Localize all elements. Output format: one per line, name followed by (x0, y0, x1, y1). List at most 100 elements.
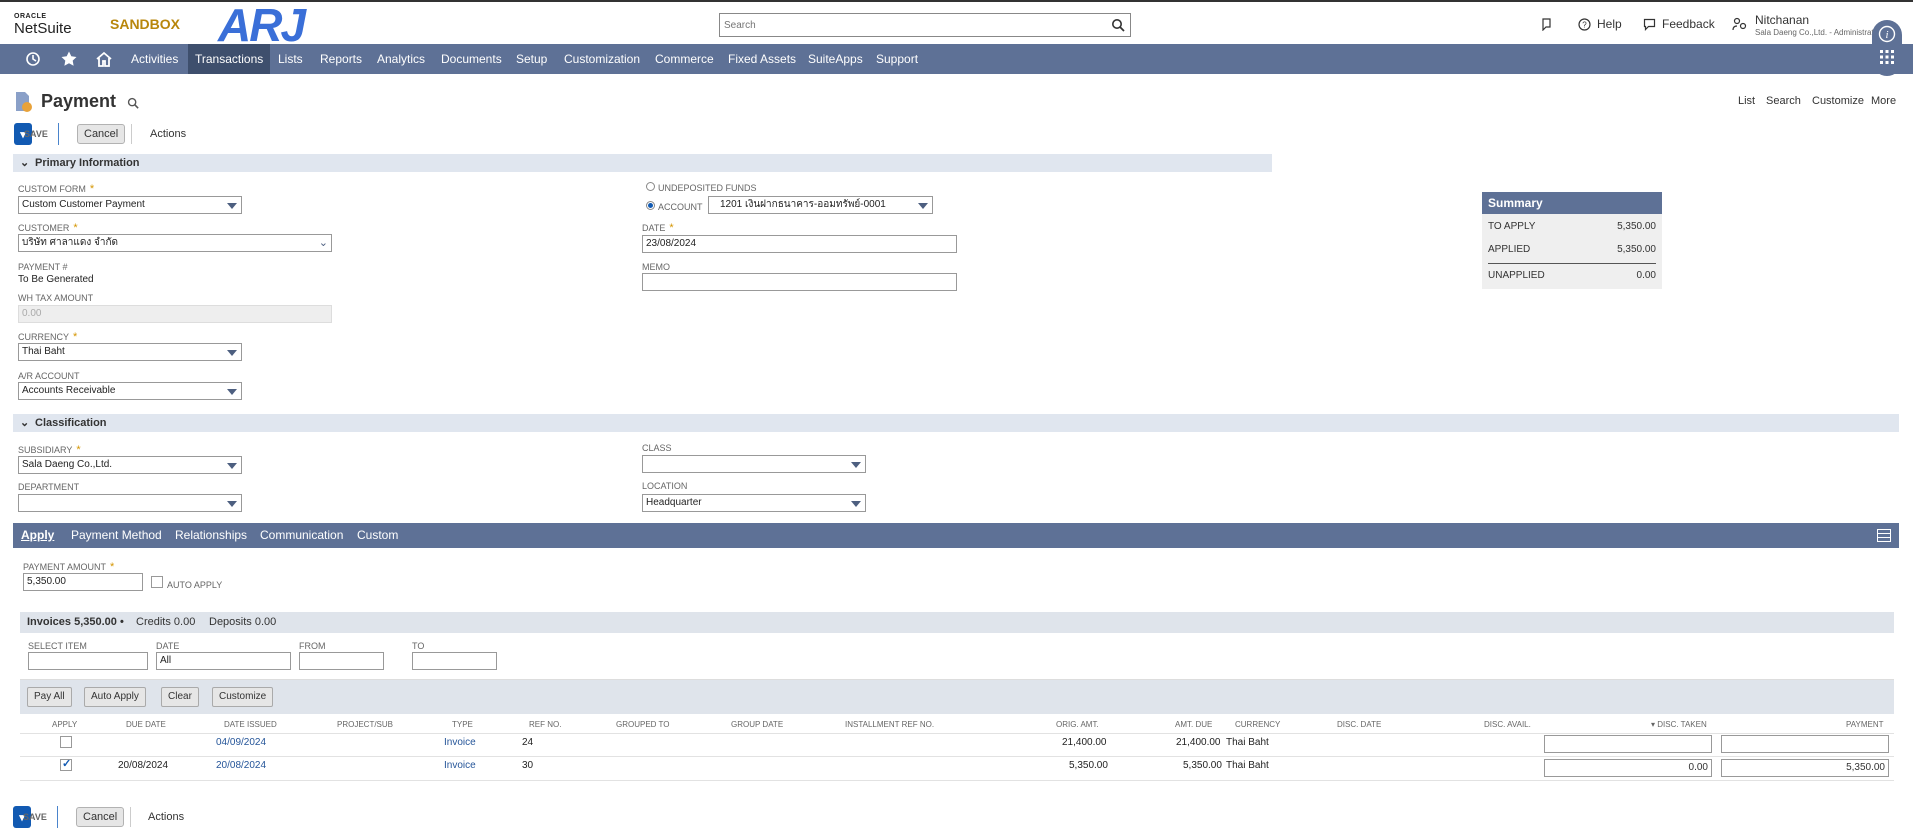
col-disc-date[interactable]: DISC. DATE (1337, 720, 1381, 729)
payment-amount-field[interactable]: 5,350.00 (23, 573, 143, 591)
nav-transactions[interactable]: Transactions (188, 44, 271, 74)
nav-activities[interactable]: Activities (124, 44, 185, 74)
section-classification[interactable]: ⌄ Classification (13, 414, 1899, 432)
class-select[interactable] (642, 455, 866, 473)
help-button[interactable]: ? Help (1578, 17, 1622, 31)
col-apply[interactable]: APPLY (52, 720, 77, 729)
customize-link[interactable]: Customize (1812, 95, 1864, 107)
col-grouped-to[interactable]: GROUPED TO (616, 720, 670, 729)
favorites-star-icon[interactable] (60, 50, 78, 68)
nav-setup[interactable]: Setup (509, 44, 554, 74)
save-button-bottom[interactable]: Save ▾ (13, 806, 58, 828)
user-name[interactable]: Nitchanan (1755, 13, 1809, 27)
row-payment-input[interactable]: 5,350.00 (1721, 759, 1889, 777)
search-link[interactable]: Search (1766, 95, 1801, 107)
nav-commerce[interactable]: Commerce (648, 44, 721, 74)
filter-to-field[interactable] (412, 652, 497, 670)
subsidiary-select[interactable]: Sala Daeng Co.,Ltd. (18, 456, 242, 474)
global-search[interactable] (719, 13, 1131, 37)
memo-field[interactable] (642, 273, 957, 291)
row-type[interactable]: Invoice (444, 737, 476, 748)
cancel-button-bottom[interactable]: Cancel (76, 807, 125, 827)
location-select[interactable]: Headquarter (642, 494, 866, 512)
filter-from-label: FROM (299, 641, 326, 651)
customer-select[interactable]: บริษัท ศาลาแดง จำกัด ⌄ (18, 234, 332, 252)
more-link[interactable]: More (1871, 95, 1896, 107)
nav-lists[interactable]: Lists (271, 44, 310, 74)
pay-all-button[interactable]: Pay All (27, 687, 72, 707)
tab-relationships[interactable]: Relationships (175, 523, 247, 548)
row-date-issued[interactable]: 04/09/2024 (216, 737, 266, 748)
row-payment-input[interactable] (1721, 735, 1889, 753)
row-disc-taken-input[interactable] (1544, 735, 1712, 753)
col-due-date[interactable]: DUE DATE (126, 720, 166, 729)
col-installment-ref[interactable]: INSTALLMENT REF NO. (845, 720, 934, 729)
col-orig-amt[interactable]: ORIG. AMT. (1056, 720, 1099, 729)
tab-custom[interactable]: Custom (357, 523, 398, 548)
undeposited-funds-radio[interactable] (646, 182, 655, 191)
cancel-button[interactable]: Cancel (77, 124, 126, 144)
row-apply-checkbox[interactable] (60, 757, 72, 771)
tab-communication[interactable]: Communication (260, 523, 343, 548)
col-type[interactable]: TYPE (452, 720, 473, 729)
row-date-issued[interactable]: 20/08/2024 (216, 760, 266, 771)
home-icon[interactable] (95, 50, 113, 68)
actions-menu-bottom[interactable]: Actions (148, 811, 184, 823)
save-button[interactable]: Save ▾ (14, 123, 59, 145)
ar-account-select[interactable]: Accounts Receivable (18, 382, 242, 400)
side-widget[interactable]: i (1872, 20, 1902, 76)
info-icon[interactable]: i (1878, 25, 1896, 43)
account-select[interactable]: 1201 เงินฝากธนาคาร-ออมทรัพย์-0001 (708, 196, 933, 214)
netsuite-logo[interactable]: NetSuite (14, 20, 72, 37)
customize-button[interactable]: Customize (212, 687, 274, 707)
section-primary-information[interactable]: ⌄ Primary Information (13, 154, 1272, 172)
row-type[interactable]: Invoice (444, 760, 476, 771)
recent-records-button[interactable] (1540, 17, 1554, 31)
tab-payment-method[interactable]: Payment Method (71, 523, 162, 548)
auto-apply-button[interactable]: Auto Apply (84, 687, 146, 707)
filter-date-field[interactable]: All (156, 652, 291, 670)
roles-icon[interactable] (1732, 17, 1747, 32)
col-group-date[interactable]: GROUP DATE (731, 720, 783, 729)
sublist-tab-invoices[interactable]: Invoices 5,350.00 • (27, 612, 124, 633)
custom-form-select[interactable]: Custom Customer Payment (18, 196, 242, 214)
filter-select-item-field[interactable] (28, 652, 148, 670)
account-radio[interactable] (646, 201, 655, 210)
nav-documents[interactable]: Documents (434, 44, 509, 74)
col-project-sub[interactable]: PROJECT/SUB (337, 720, 393, 729)
col-ref-no[interactable]: REF NO. (529, 720, 561, 729)
record-search-icon[interactable] (127, 97, 139, 109)
recent-icon[interactable] (24, 50, 42, 68)
sublist-tab-deposits[interactable]: Deposits 0.00 (209, 612, 276, 633)
feedback-button[interactable]: Feedback (1643, 17, 1715, 31)
nav-suiteapps[interactable]: SuiteApps (801, 44, 870, 74)
nav-analytics[interactable]: Analytics (370, 44, 432, 74)
wh-tax-label: WH TAX AMOUNT (18, 293, 94, 303)
filter-from-field[interactable] (299, 652, 384, 670)
auto-apply-checkbox[interactable] (151, 576, 163, 588)
department-select[interactable] (18, 494, 242, 512)
list-link[interactable]: List (1738, 95, 1755, 107)
col-disc-avail[interactable]: DISC. AVAIL. (1484, 720, 1531, 729)
search-icon[interactable] (1111, 18, 1125, 32)
currency-select[interactable]: Thai Baht (18, 343, 242, 361)
nav-reports[interactable]: Reports (313, 44, 369, 74)
date-field[interactable]: 23/08/2024 (642, 235, 957, 253)
row-apply-checkbox[interactable] (60, 736, 72, 748)
sublist-tab-credits[interactable]: Credits 0.00 (136, 612, 195, 633)
col-disc-taken[interactable]: ▾ DISC. TAKEN (1651, 720, 1707, 729)
tab-apply[interactable]: Apply (21, 523, 54, 548)
view-toggle-icon[interactable] (1877, 529, 1891, 542)
col-amt-due[interactable]: AMT. DUE (1175, 720, 1212, 729)
col-payment[interactable]: PAYMENT (1846, 720, 1883, 729)
nav-support[interactable]: Support (869, 44, 925, 74)
row-disc-taken-input[interactable]: 0.00 (1544, 759, 1712, 777)
actions-menu[interactable]: Actions (150, 128, 186, 140)
clear-button[interactable]: Clear (161, 687, 199, 707)
global-search-input[interactable] (720, 14, 1100, 36)
col-date-issued[interactable]: DATE ISSUED (224, 720, 277, 729)
col-currency[interactable]: CURRENCY (1235, 720, 1280, 729)
nav-customization[interactable]: Customization (557, 44, 647, 74)
apps-grid-icon[interactable] (1880, 50, 1894, 64)
nav-fixed-assets[interactable]: Fixed Assets (721, 44, 803, 74)
